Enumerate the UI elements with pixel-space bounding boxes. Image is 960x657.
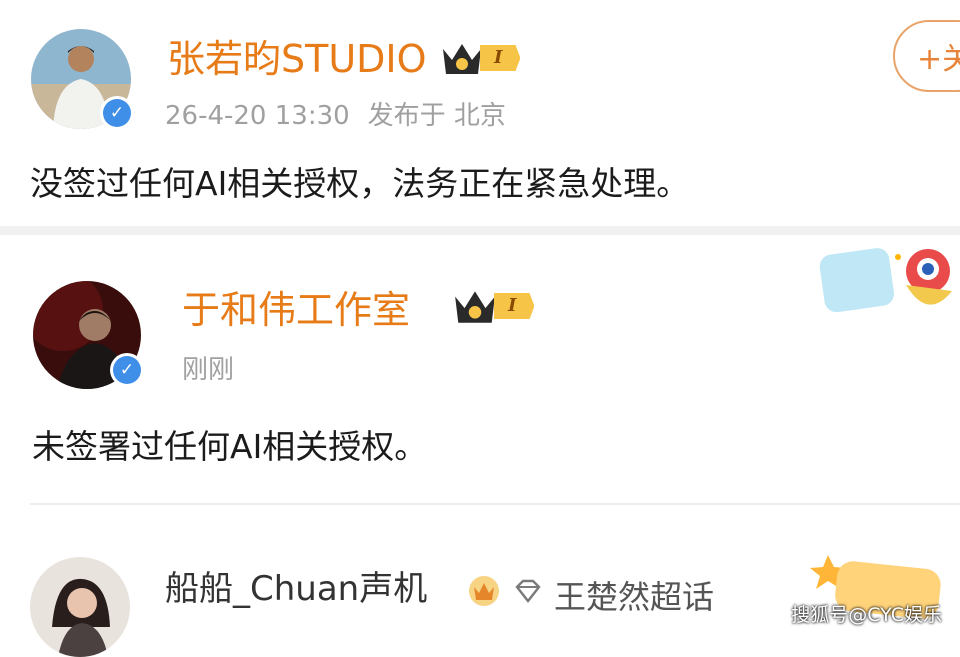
verified-icon: ✓: [100, 96, 134, 130]
diamond-icon: [515, 579, 541, 603]
post-author-name[interactable]: 船船_Chuan声机: [165, 572, 427, 606]
post-meta: 26-4-20 13:30 发布于 北京: [165, 103, 524, 129]
post-content: 未签署过任何AI相关授权。: [32, 427, 428, 466]
follow-button[interactable]: +关: [893, 20, 960, 92]
crown-icon: [443, 44, 481, 74]
post-time: 刚刚: [182, 355, 235, 385]
supertopic-link[interactable]: 王楚然超话: [554, 572, 714, 618]
level-label: I: [480, 45, 521, 71]
post-1: ✓ 张若昀STUDIO I 26-4-20 13:30 发布于 北京 +关 没签过…: [0, 0, 960, 226]
level-label: I: [494, 293, 535, 319]
post-author-name[interactable]: 于和伟工作室: [182, 291, 410, 329]
verified-icon: ✓: [110, 353, 144, 387]
crown-icon: [469, 576, 499, 606]
member-level-badge[interactable]: I: [440, 40, 521, 76]
reviewer-badge-sticker[interactable]: [818, 241, 960, 321]
crown-icon: [455, 291, 495, 323]
post-divider: [0, 226, 960, 235]
sticker-icon: [819, 248, 952, 313]
post-content: 没签过任何AI相关授权，法务正在紧急处理。: [30, 164, 690, 203]
member-level-badge[interactable]: I: [452, 287, 535, 325]
watermark: 搜狐号@CYC娱乐: [791, 604, 942, 626]
post-date: 26-4-20 13:30: [165, 101, 350, 131]
post-author-name[interactable]: 张若昀STUDIO: [167, 40, 427, 78]
avatar[interactable]: [30, 557, 130, 657]
post-location: 发布于 北京: [367, 101, 506, 131]
post-2: ✓ 于和伟工作室 I 刚刚 未签署过任何AI相关授权。: [0, 235, 960, 503]
